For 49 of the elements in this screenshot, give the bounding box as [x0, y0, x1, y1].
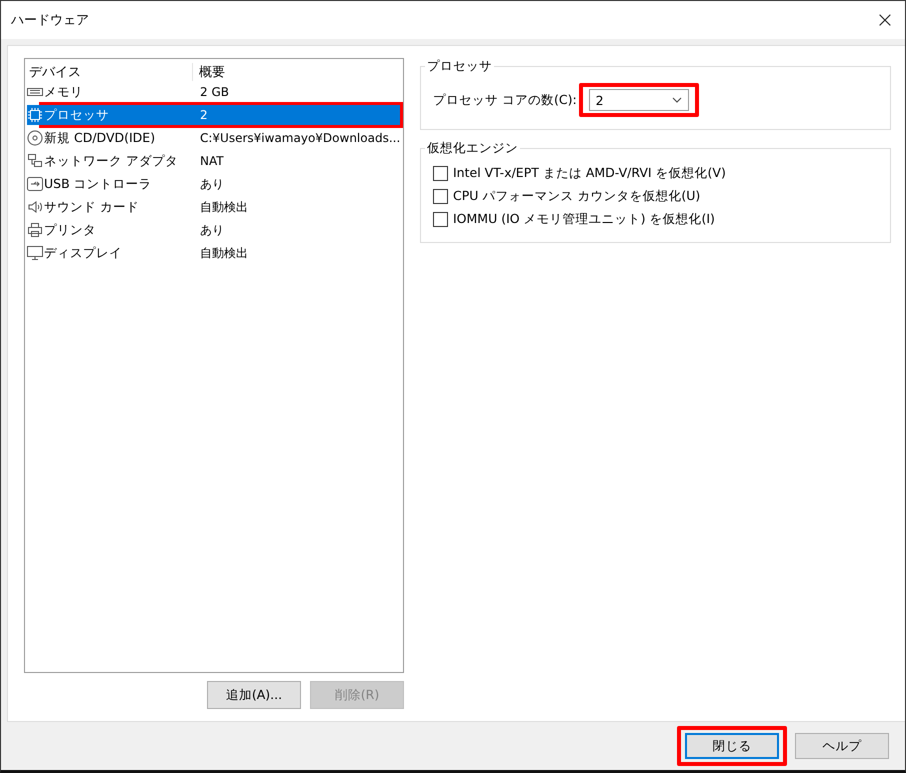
device-name: メモリ: [44, 84, 84, 100]
network-icon: [27, 153, 43, 169]
checkbox[interactable]: [433, 212, 448, 227]
device-summary: NAT: [199, 154, 224, 168]
close-button[interactable]: ×: [865, 1, 905, 39]
column-header[interactable]: 概要: [193, 63, 225, 81]
device-name: プロセッサ: [44, 106, 110, 124]
help-button[interactable]: ヘルプ: [795, 733, 889, 759]
device-row[interactable]: USB コントローラ あり: [27, 174, 400, 194]
device-summary: 2 GB: [199, 85, 229, 99]
device-row[interactable]: プリンタ あり: [27, 220, 400, 240]
chip-icon: [27, 107, 43, 123]
monitor-icon: [27, 245, 43, 261]
device-name: USB コントローラ: [44, 176, 153, 192]
device-row[interactable]: ネットワーク アダプタ NAT: [27, 151, 400, 171]
device-row[interactable]: ディスプレイ 自動検出: [27, 243, 400, 263]
field-label: プロセッサ コアの数(C):: [433, 92, 577, 108]
window-title: ハードウェア: [11, 12, 89, 29]
device-summary: C:¥Users¥iwamayo¥Downloads...: [199, 131, 400, 145]
device-summary: 2: [199, 108, 208, 122]
usb-icon: [27, 176, 43, 192]
add-button[interactable]: 追加(A)...: [207, 681, 301, 709]
checkbox[interactable]: [433, 166, 448, 181]
caret-icon: [672, 97, 682, 103]
group-title: プロセッサ: [425, 58, 494, 75]
device-summary: あり: [199, 176, 224, 192]
speaker-icon: [27, 199, 43, 215]
device-name: サウンド カード: [44, 198, 140, 216]
device-summary: 自動検出: [199, 198, 248, 216]
device-name: ネットワーク アダプタ: [44, 152, 179, 170]
device-row[interactable]: プロセッサ 2: [27, 105, 400, 125]
device-row[interactable]: 新規 CD/DVD(IDE) C:¥Users¥iwamayo¥Downloads...: [27, 128, 400, 148]
column-header[interactable]: デバイス: [27, 63, 193, 81]
checkbox-label: CPU パフォーマンス カウンタを仮想化(U): [453, 188, 700, 205]
device-summary: あり: [199, 222, 224, 238]
close-dialog-button[interactable]: 閉じる: [685, 733, 779, 759]
device-row[interactable]: メモリ 2 GB: [27, 82, 400, 102]
device-row[interactable]: サウンド カード 自動検出: [27, 197, 400, 217]
checkbox-label: IOMMU (IO メモリ管理ユニット) を仮想化(I): [453, 211, 715, 228]
device-name: 新規 CD/DVD(IDE): [44, 130, 156, 146]
device-name: ディスプレイ: [44, 244, 123, 262]
device-summary: 自動検出: [199, 244, 248, 262]
group-title: 仮想化エンジン: [425, 140, 520, 157]
printer-icon: [27, 222, 43, 238]
device-name: プリンタ: [44, 222, 97, 238]
checkbox[interactable]: [433, 189, 448, 204]
cores-dropdown[interactable]: 2: [588, 89, 689, 111]
disc-icon: [27, 130, 43, 146]
checkbox-label: Intel VT-x/EPT または AMD-V/RVI を仮想化(V): [453, 165, 726, 182]
